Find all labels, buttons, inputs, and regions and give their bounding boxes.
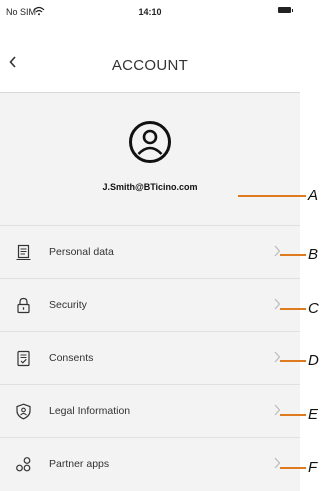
callout-line-a	[238, 195, 306, 197]
callout-letter-a: A	[308, 187, 319, 204]
callout-line-c	[280, 308, 306, 310]
nav-bar: ACCOUNT	[0, 26, 300, 92]
status-bar: No SIM 14:10	[0, 0, 300, 26]
callout-letter-c: C	[308, 300, 319, 317]
callout-letter-f: F	[308, 459, 318, 476]
callout-letter-b: B	[308, 246, 319, 263]
lock-icon	[17, 297, 30, 314]
menu-label: Personal data	[49, 246, 114, 258]
callout-line-e	[280, 414, 306, 416]
shield-icon	[16, 403, 31, 420]
phone-screen: No SIM 14:10 ACCOUNT J.Smith@BTicino.com…	[0, 0, 300, 491]
user-circle-icon	[129, 121, 171, 163]
menu-label: Consents	[49, 352, 94, 364]
page-title: ACCOUNT	[111, 57, 189, 74]
apps-icon	[16, 457, 31, 472]
callout-letter-e: E	[308, 406, 319, 423]
document-icon	[16, 244, 31, 261]
menu-item-partner-apps[interactable]: Partner apps	[0, 437, 300, 491]
callout-line-f	[280, 467, 306, 469]
account-content: J.Smith@BTicino.com Personal data Securi…	[0, 93, 300, 491]
menu-label: Security	[49, 299, 87, 311]
menu-label: Partner apps	[49, 458, 110, 470]
callout-letter-d: D	[308, 352, 319, 369]
menu-item-personal-data[interactable]: Personal data	[0, 225, 300, 279]
battery-icon	[278, 7, 293, 13]
user-email: J.Smith@BTicino.com	[102, 182, 198, 192]
menu-label: Legal Information	[49, 405, 131, 417]
callout-line-d	[280, 360, 306, 362]
menu-item-consents[interactable]: Consents	[0, 331, 300, 385]
menu-item-security[interactable]: Security	[0, 278, 300, 332]
callout-line-b	[280, 254, 306, 256]
menu-item-legal-information[interactable]: Legal Information	[0, 384, 300, 438]
checklist-icon	[17, 350, 30, 367]
status-time: 14:10	[138, 7, 162, 17]
